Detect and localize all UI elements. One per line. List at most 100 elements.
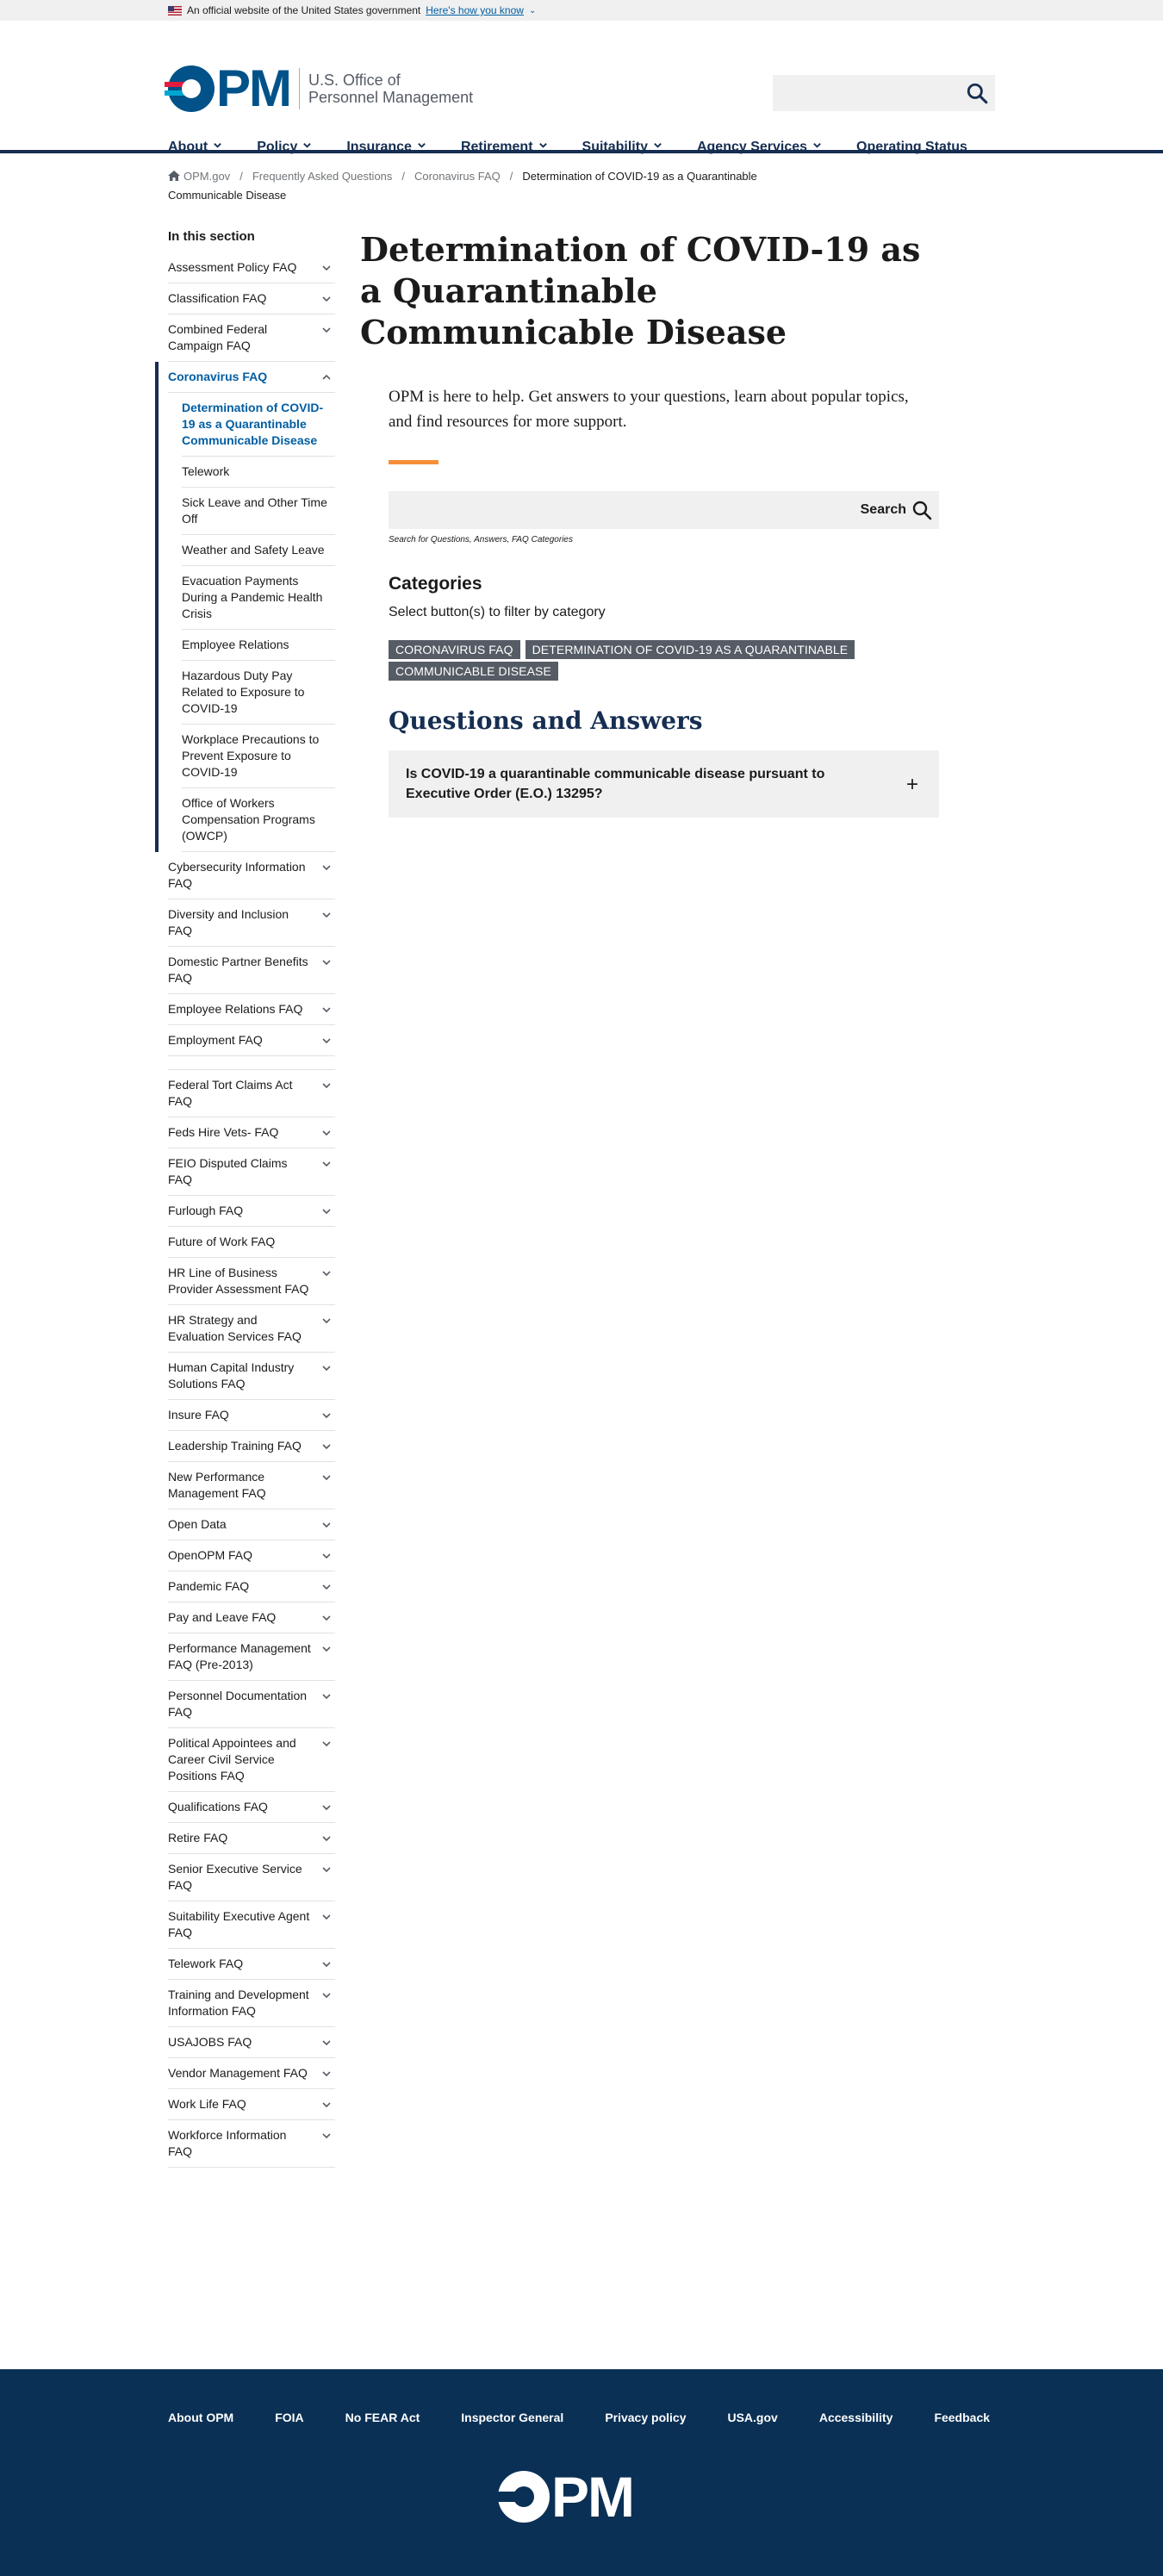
heres-how-you-know-link[interactable]: Here's how you know	[426, 4, 524, 16]
sidebar-item[interactable]: Diversity and Inclusion FAQ	[168, 899, 335, 947]
sidebar-item[interactable]: New Performance Management FAQ	[168, 1462, 335, 1509]
sidebar-item[interactable]: HR Strategy and Evaluation Services FAQ	[168, 1305, 335, 1353]
sidebar-item[interactable]: Human Capital Industry Solutions FAQ	[168, 1353, 335, 1400]
chevron-down-icon[interactable]	[321, 1518, 332, 1528]
chevron-down-icon[interactable]	[321, 1988, 332, 1999]
sidebar-item[interactable]: Sick Leave and Other Time Off	[182, 488, 335, 535]
chevron-down-icon[interactable]	[321, 1266, 332, 1277]
sidebar-item[interactable]: Pay and Leave FAQ	[168, 1602, 335, 1633]
chevron-down-icon[interactable]	[321, 1737, 332, 1747]
site-search-input[interactable]	[773, 75, 995, 111]
sidebar-item[interactable]: Leadership Training FAQ	[168, 1431, 335, 1462]
chevron-down-icon[interactable]: ⌄	[529, 6, 536, 16]
chevron-down-icon[interactable]	[321, 323, 332, 333]
chevron-down-icon[interactable]	[321, 1642, 332, 1652]
sidebar-item[interactable]: OpenOPM FAQ	[168, 1540, 335, 1571]
chevron-down-icon[interactable]	[321, 1440, 332, 1450]
chevron-down-icon[interactable]	[321, 1611, 332, 1621]
sidebar-item[interactable]: Personnel Documentation FAQ	[168, 1681, 335, 1728]
sidebar-item[interactable]: Senior Executive Service FAQ	[168, 1854, 335, 1901]
question-accordion[interactable]: Is COVID-19 a quarantinable communicable…	[389, 750, 939, 818]
chevron-down-icon[interactable]	[321, 292, 332, 302]
sidebar-item[interactable]: Work Life FAQ	[168, 2089, 335, 2120]
sidebar-item[interactable]: USAJOBS FAQ	[168, 2027, 335, 2058]
sidebar-item[interactable]: Political Appointees and Career Civil Se…	[168, 1728, 335, 1792]
footer-link[interactable]: Inspector General	[461, 2411, 563, 2424]
sidebar-item[interactable]: Telework FAQ	[168, 1949, 335, 1980]
sidebar-item[interactable]: Furlough FAQ	[168, 1196, 335, 1227]
category-chip[interactable]: CORONAVIRUS FAQ	[389, 640, 520, 659]
sidebar-item[interactable]: Classification FAQ	[168, 283, 335, 314]
chevron-down-icon[interactable]	[321, 1157, 332, 1167]
sidebar-item[interactable]: Employment FAQ	[168, 1025, 335, 1056]
chevron-down-icon[interactable]	[321, 1204, 332, 1215]
footer-link[interactable]: No FEAR Act	[345, 2411, 420, 2424]
sidebar-item[interactable]: Evacuation Payments During a Pandemic He…	[182, 566, 335, 630]
sidebar-item[interactable]: Performance Management FAQ (Pre-2013)	[168, 1633, 335, 1681]
sidebar-item[interactable]: Combined Federal Campaign FAQ	[168, 314, 335, 362]
sidebar-item[interactable]: Office of Workers Compensation Programs …	[182, 788, 335, 852]
sidebar-item[interactable]: Coronavirus FAQ	[168, 362, 335, 393]
chevron-down-icon[interactable]	[321, 1126, 332, 1136]
sidebar-item[interactable]: Insure FAQ	[168, 1400, 335, 1431]
footer-link[interactable]: Privacy policy	[605, 2411, 686, 2424]
chevron-down-icon[interactable]	[321, 861, 332, 871]
chevron-down-icon[interactable]	[321, 1471, 332, 1481]
chevron-down-icon[interactable]	[321, 955, 332, 966]
chevron-down-icon[interactable]	[321, 1034, 332, 1044]
footer-link[interactable]: Accessibility	[819, 2411, 893, 2424]
breadcrumb-link[interactable]: Frequently Asked Questions	[252, 170, 393, 183]
sidebar-item[interactable]: Determination of COVID-19 as a Quarantin…	[182, 393, 335, 457]
chevron-down-icon[interactable]	[321, 1079, 332, 1089]
chevron-down-icon[interactable]	[321, 2129, 332, 2139]
chevron-down-icon[interactable]	[321, 2098, 332, 2108]
sidebar-item[interactable]: Hazardous Duty Pay Related to Exposure t…	[182, 661, 335, 725]
search-icon[interactable]	[966, 82, 988, 104]
chevron-down-icon[interactable]	[321, 1361, 332, 1372]
sidebar-item[interactable]: Retire FAQ	[168, 1823, 335, 1854]
sidebar-item[interactable]: Cybersecurity Information FAQ	[168, 852, 335, 899]
chevron-down-icon[interactable]	[321, 1580, 332, 1590]
sidebar-item[interactable]: Assessment Policy FAQ	[168, 252, 335, 283]
sidebar-item[interactable]: Workforce Information FAQ	[168, 2120, 335, 2168]
sidebar-item[interactable]: Weather and Safety Leave	[182, 535, 335, 566]
footer-link[interactable]: FOIA	[275, 2411, 303, 2424]
breadcrumb-link[interactable]: Coronavirus FAQ	[414, 170, 501, 183]
breadcrumb-link[interactable]: OPM.gov	[183, 170, 230, 183]
faq-search-button-label[interactable]: Search	[861, 502, 906, 518]
footer-link[interactable]: About OPM	[168, 2411, 233, 2424]
opm-logo[interactable]: PM U.S. Office of Personnel Management	[165, 63, 473, 115]
chevron-down-icon[interactable]	[321, 2067, 332, 2077]
sidebar-item[interactable]: Workplace Precautions to Prevent Exposur…	[182, 725, 335, 788]
sidebar-item[interactable]: Domestic Partner Benefits FAQ	[168, 947, 335, 994]
footer-link[interactable]: Feedback	[934, 2411, 990, 2424]
chevron-down-icon[interactable]	[321, 1832, 332, 1842]
chevron-up-icon[interactable]	[321, 370, 332, 381]
chevron-down-icon[interactable]	[321, 1549, 332, 1559]
chevron-down-icon[interactable]	[321, 1957, 332, 1968]
footer-link[interactable]: USA.gov	[727, 2411, 777, 2424]
chevron-down-icon[interactable]	[321, 1689, 332, 1700]
sidebar-item[interactable]: Employee Relations	[182, 630, 335, 661]
chevron-down-icon[interactable]	[321, 2036, 332, 2046]
sidebar-item[interactable]: Future of Work FAQ	[168, 1227, 335, 1258]
search-icon[interactable]	[911, 500, 932, 520]
chevron-down-icon[interactable]	[321, 261, 332, 271]
chevron-down-icon[interactable]	[321, 1409, 332, 1419]
plus-icon[interactable]: +	[906, 775, 918, 795]
chevron-down-icon[interactable]	[321, 1003, 332, 1013]
chevron-down-icon[interactable]	[321, 1863, 332, 1873]
sidebar-item[interactable]: Qualifications FAQ	[168, 1792, 335, 1823]
sidebar-item[interactable]: Suitability Executive Agent FAQ	[168, 1901, 335, 1949]
sidebar-item[interactable]: Telework	[182, 457, 335, 488]
chevron-down-icon[interactable]	[321, 1801, 332, 1811]
sidebar-item[interactable]: Vendor Management FAQ	[168, 2058, 335, 2089]
sidebar-item[interactable]: Training and Development Information FAQ	[168, 1980, 335, 2027]
sidebar-item[interactable]: Feds Hire Vets- FAQ	[168, 1117, 335, 1148]
sidebar-item[interactable]: Employee Relations FAQ	[168, 994, 335, 1025]
sidebar-item[interactable]: Open Data	[168, 1509, 335, 1540]
chevron-down-icon[interactable]	[321, 1314, 332, 1324]
footer-opm-logo[interactable]: PM	[494, 2468, 635, 2525]
sidebar-item[interactable]: Federal Tort Claims Act FAQ	[168, 1070, 335, 1117]
sidebar-item[interactable]: HR Line of Business Provider Assessment …	[168, 1258, 335, 1305]
